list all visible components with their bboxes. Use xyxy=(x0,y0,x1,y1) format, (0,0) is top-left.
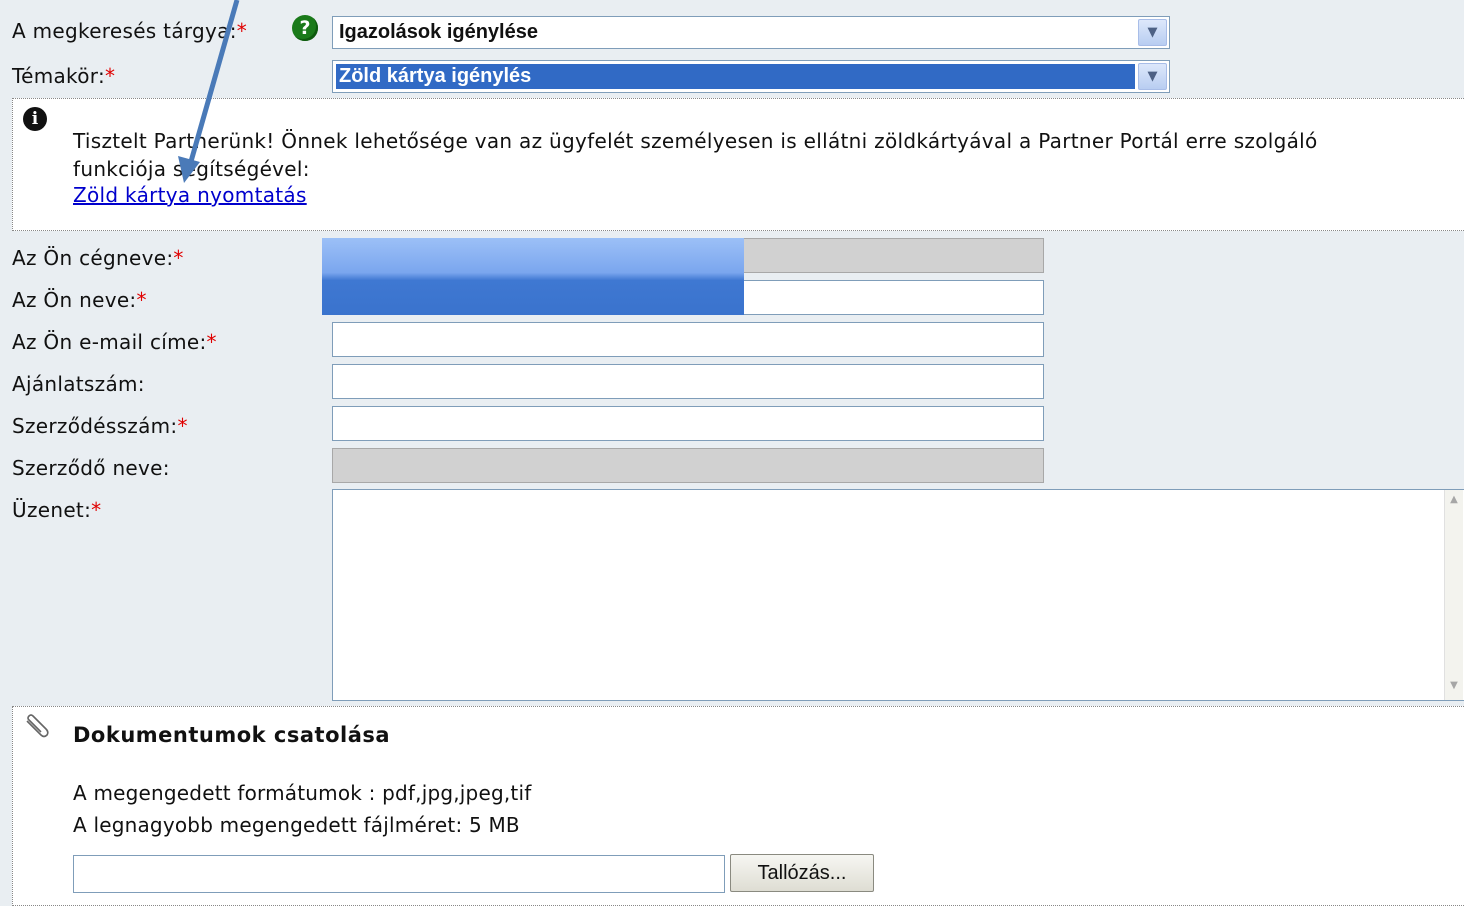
annotation-arrow xyxy=(178,0,240,183)
